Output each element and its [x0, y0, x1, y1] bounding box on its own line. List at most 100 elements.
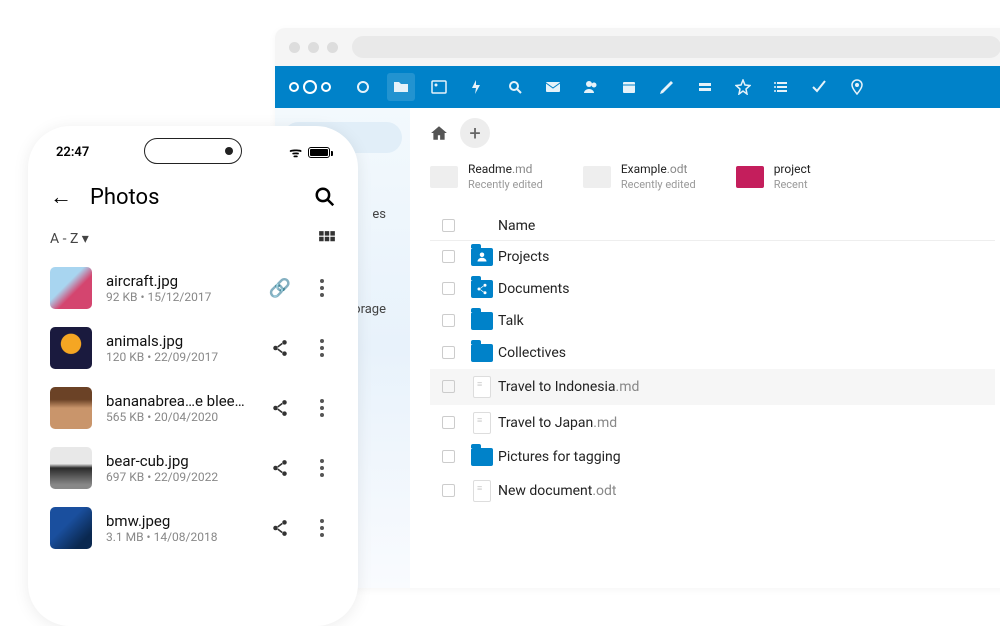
file-thumb-icon — [583, 166, 611, 188]
phone-mockup: 22:47 ᯤ ← Photos A - Z ▾ aircraft.jpg92 … — [28, 126, 358, 626]
photo-info: bear-cub.jpg697 KB • 22/09/2022 — [106, 452, 252, 484]
reco-card-2[interactable]: project Recent — [736, 162, 811, 192]
file-name: Collectives — [498, 345, 995, 361]
row-checkbox[interactable] — [442, 484, 455, 497]
photo-meta: 697 KB • 22/09/2022 — [106, 470, 252, 484]
app-navbar — [275, 66, 1000, 108]
row-checkbox[interactable] — [442, 346, 455, 359]
app-header: ← Photos — [28, 166, 358, 220]
file-name: Projects — [498, 249, 995, 265]
sort-dropdown[interactable]: A - Z ▾ — [50, 231, 89, 247]
select-all-checkbox[interactable] — [442, 219, 455, 232]
file-icon — [473, 376, 491, 398]
photo-thumbnail — [50, 267, 92, 309]
tasks-icon[interactable] — [805, 73, 833, 101]
back-icon[interactable]: ← — [50, 184, 72, 210]
photo-thumbnail — [50, 387, 92, 429]
recommended-row: Readme.md Recently edited Example.odt Re… — [430, 162, 995, 192]
search-icon[interactable] — [501, 73, 529, 101]
row-checkbox[interactable] — [442, 416, 455, 429]
list-item[interactable]: animals.jpg120 KB • 22/09/2017 — [50, 318, 336, 378]
more-button[interactable] — [308, 339, 336, 357]
photo-meta: 3.1 MB • 14/08/2018 — [106, 530, 252, 544]
photo-meta: 92 KB • 15/12/2017 — [106, 290, 252, 304]
list-item[interactable]: aircraft.jpg92 KB • 15/12/2017 🔗 — [50, 258, 336, 318]
photo-name: bmw.jpeg — [106, 512, 252, 530]
more-button[interactable] — [308, 459, 336, 477]
photo-thumbnail — [50, 327, 92, 369]
maps-icon[interactable] — [843, 73, 871, 101]
photo-name: bear-cub.jpg — [106, 452, 252, 470]
folder-icon — [471, 280, 493, 298]
grid-view-icon[interactable] — [318, 230, 336, 248]
table-row[interactable]: Talk — [430, 305, 995, 337]
row-checkbox[interactable] — [442, 314, 455, 327]
phone-notch — [144, 138, 242, 164]
traffic-minimize[interactable] — [308, 42, 319, 53]
traffic-close[interactable] — [289, 42, 300, 53]
address-bar[interactable] — [352, 36, 1000, 58]
traffic-maximize[interactable] — [327, 42, 338, 53]
share-icon[interactable] — [271, 339, 289, 357]
row-checkbox[interactable] — [442, 250, 455, 263]
row-checkbox[interactable] — [442, 450, 455, 463]
status-time: 22:47 — [56, 145, 89, 160]
more-button[interactable] — [308, 279, 336, 297]
more-button[interactable] — [308, 519, 336, 537]
photo-meta: 565 KB • 20/04/2020 — [106, 410, 252, 424]
file-name: Travel to Japan.md — [498, 415, 995, 431]
file-icon — [473, 412, 491, 434]
reco-card-1[interactable]: Example.odt Recently edited — [583, 162, 696, 192]
traffic-lights — [289, 42, 338, 53]
table-row[interactable]: Travel to Indonesia.md — [430, 369, 995, 405]
mail-icon[interactable] — [539, 73, 567, 101]
file-thumb-icon — [736, 166, 764, 188]
photo-info: animals.jpg120 KB • 22/09/2017 — [106, 332, 252, 364]
file-name: Pictures for tagging — [498, 449, 995, 465]
photo-info: bmw.jpeg3.1 MB • 14/08/2018 — [106, 512, 252, 544]
row-checkbox[interactable] — [442, 282, 455, 295]
activity-icon[interactable] — [463, 73, 491, 101]
folder-icon — [471, 448, 493, 466]
reco-card-0[interactable]: Readme.md Recently edited — [430, 162, 543, 192]
files-icon[interactable] — [387, 73, 415, 101]
photo-name: aircraft.jpg — [106, 272, 252, 290]
list-item[interactable]: bear-cub.jpg697 KB • 22/09/2022 — [50, 438, 336, 498]
list-item[interactable]: bananabrea…e bleed.jpg565 KB • 20/04/202… — [50, 378, 336, 438]
file-table-header: Name — [430, 212, 995, 241]
table-row[interactable]: Documents — [430, 273, 995, 305]
table-row[interactable]: Collectives — [430, 337, 995, 369]
list-icon[interactable] — [767, 73, 795, 101]
table-row[interactable]: Projects — [430, 241, 995, 273]
deck-icon[interactable] — [691, 73, 719, 101]
link-icon[interactable]: 🔗 — [269, 278, 291, 299]
bookmarks-icon[interactable] — [729, 73, 757, 101]
table-row[interactable]: New document.odt — [430, 473, 995, 509]
photo-thumbnail — [50, 447, 92, 489]
file-name: Travel to Indonesia.md — [498, 379, 995, 395]
folder-icon — [471, 344, 493, 362]
file-name: New document.odt — [498, 483, 995, 499]
share-icon[interactable] — [271, 459, 289, 477]
new-button[interactable]: + — [460, 118, 490, 148]
browser-window: All files es al storage + Readme.md Rece… — [275, 28, 1000, 588]
browser-chrome — [275, 28, 1000, 66]
share-icon[interactable] — [271, 519, 289, 537]
row-checkbox[interactable] — [442, 380, 455, 393]
search-icon[interactable] — [314, 186, 336, 208]
photos-icon[interactable] — [425, 73, 453, 101]
notes-icon[interactable] — [653, 73, 681, 101]
nextcloud-logo[interactable] — [289, 80, 331, 94]
column-name[interactable]: Name — [498, 218, 995, 234]
share-icon[interactable] — [271, 399, 289, 417]
folder-icon — [471, 248, 493, 266]
photo-info: bananabrea…e bleed.jpg565 KB • 20/04/202… — [106, 392, 252, 424]
contacts-icon[interactable] — [577, 73, 605, 101]
calendar-icon[interactable] — [615, 73, 643, 101]
list-item[interactable]: bmw.jpeg3.1 MB • 14/08/2018 — [50, 498, 336, 558]
table-row[interactable]: Pictures for tagging — [430, 441, 995, 473]
dashboard-icon[interactable] — [349, 73, 377, 101]
more-button[interactable] — [308, 399, 336, 417]
home-icon[interactable] — [430, 124, 448, 142]
table-row[interactable]: Travel to Japan.md — [430, 405, 995, 441]
